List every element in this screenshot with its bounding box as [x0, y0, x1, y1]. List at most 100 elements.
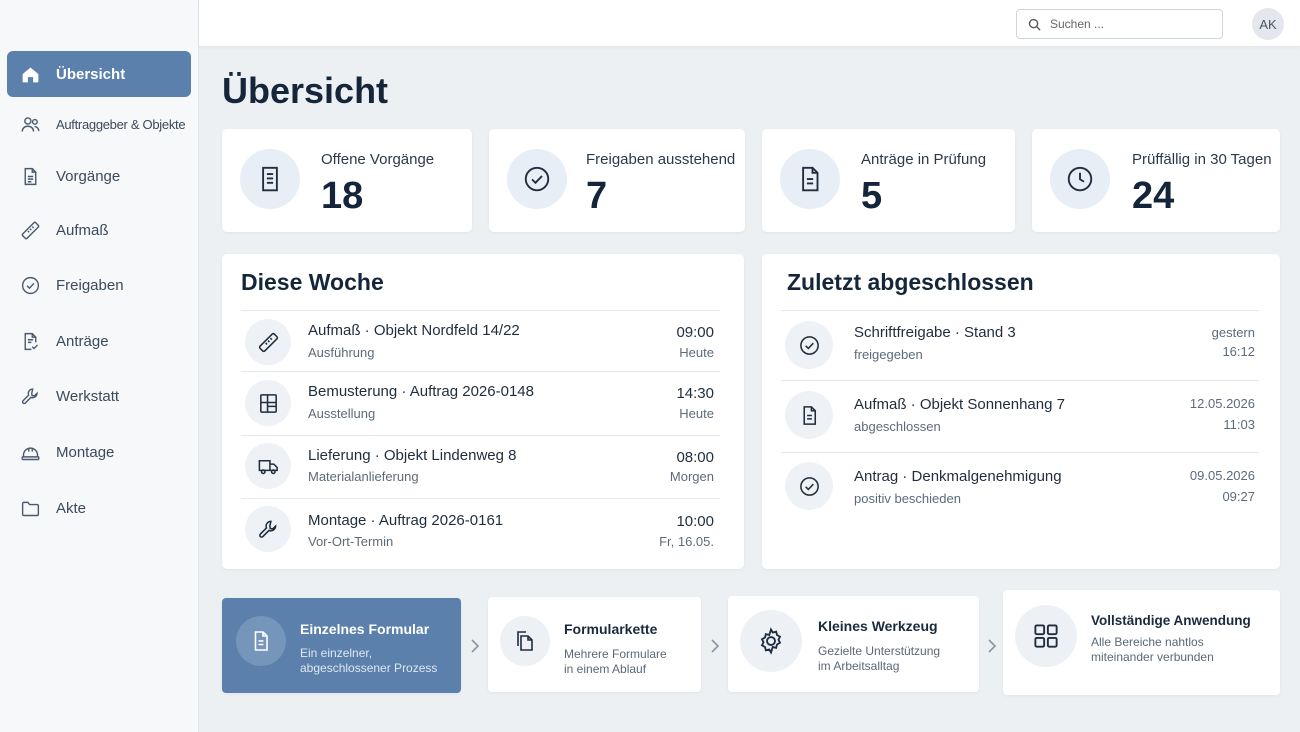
document-list-icon	[240, 149, 300, 209]
gear-icon	[740, 610, 802, 672]
row-subtitle: Vor-Ort-Termin	[308, 534, 394, 549]
search-box[interactable]	[1016, 9, 1223, 39]
list-item[interactable]: Lieferung · Objekt Lindenweg 8 Materiala…	[241, 435, 720, 498]
row-subtitle: Ausstellung	[308, 406, 376, 421]
stat-card-prueffaellig[interactable]: Prüffällig in 30 Tagen 24	[1032, 129, 1280, 232]
folder-icon	[19, 497, 41, 519]
row-time: 11:03	[1223, 417, 1255, 432]
feature-card-kleines-werkzeug[interactable]: Kleines Werkzeug Gezielte Unterstützung …	[728, 596, 979, 692]
chevron-right-icon	[471, 639, 480, 653]
list-item[interactable]: Schriftfreigabe · Stand 3 freigegeben ge…	[781, 310, 1259, 380]
row-day: Morgen	[669, 469, 714, 484]
stat-value: 24	[1132, 175, 1175, 217]
list-item[interactable]: Aufmaß · Objekt Sonnenhang 7 abgeschloss…	[781, 380, 1259, 452]
list-item[interactable]: Montage · Auftrag 2026-0161 Vor-Ort-Term…	[241, 498, 720, 560]
row-subtitle: Ausführung	[308, 345, 375, 360]
wrench-icon	[245, 506, 291, 552]
stat-card-antraege-pruefung[interactable]: Anträge in Prüfung 5	[762, 129, 1015, 232]
sidebar-item-label: Werkstatt	[56, 387, 120, 405]
search-input[interactable]	[1050, 17, 1210, 31]
feature-title: Formularkette	[564, 621, 658, 637]
stat-card-freigaben-ausstehend[interactable]: Freigaben ausstehend 7	[489, 129, 745, 232]
row-time: 14:30	[676, 385, 714, 402]
row-title: Lieferung · Objekt Lindenweg 8	[308, 447, 517, 464]
stat-value: 18	[321, 175, 364, 217]
chevron-right-icon	[988, 639, 997, 653]
stat-value: 7	[586, 175, 608, 217]
check-circle-icon	[785, 462, 833, 510]
sidebar-item-label: Freigaben	[56, 276, 124, 294]
row-title: Bemusterung · Auftrag 2026-0148	[308, 383, 534, 400]
row-subtitle: positiv beschieden	[854, 491, 961, 506]
document-check-icon	[19, 330, 41, 352]
row-title: Aufmaß · Objekt Sonnenhang 7	[854, 396, 1065, 413]
row-time: 16:12	[1222, 344, 1255, 359]
row-date: 09.05.2026	[1189, 468, 1255, 483]
list-item[interactable]: Bemusterung · Auftrag 2026-0148 Ausstell…	[241, 371, 720, 435]
ruler-icon	[19, 219, 41, 241]
document-icon	[785, 391, 833, 439]
row-day: Heute	[679, 406, 714, 421]
hardhat-icon	[19, 441, 41, 463]
check-circle-icon	[507, 149, 567, 209]
feature-title: Einzelnes Formular	[300, 621, 430, 637]
ruler-icon	[245, 319, 291, 365]
row-time: 08:00	[676, 449, 714, 466]
sidebar-item-akte[interactable]: Akte	[7, 485, 191, 531]
grid-icon	[1015, 605, 1077, 667]
feature-description: Ein einzelner, abgeschlossener Prozess	[300, 646, 438, 675]
sidebar-item-label: Aufmaß	[56, 221, 109, 239]
feature-title: Kleines Werkzeug	[818, 618, 938, 634]
sidebar-item-label: Montage	[56, 443, 115, 461]
row-subtitle: freigegeben	[854, 347, 923, 362]
sidebar-item-label: Übersicht	[56, 65, 126, 83]
row-date: 12.05.2026	[1189, 396, 1255, 411]
stat-label: Freigaben ausstehend	[586, 151, 736, 168]
stat-label: Offene Vorgänge	[321, 151, 435, 168]
sidebar: Übersicht Auftraggeber & Objekte Vorgäng…	[0, 0, 199, 732]
list-item[interactable]: Aufmaß · Objekt Nordfeld 14/22 Ausführun…	[241, 310, 720, 371]
sidebar-item-werkstatt[interactable]: Werkstatt	[7, 373, 191, 419]
chevron-right-icon	[711, 639, 720, 653]
check-circle-icon	[785, 321, 833, 369]
stat-card-offene-vorgaenge[interactable]: Offene Vorgänge 18	[222, 129, 472, 232]
row-title: Antrag · Denkmalgenehmigung	[854, 468, 1062, 485]
row-title: Montage · Auftrag 2026-0161	[308, 512, 504, 529]
list-item[interactable]: Antrag · Denkmalgenehmigung positiv besc…	[781, 452, 1259, 522]
row-day: Fr, 16.05.	[659, 534, 714, 549]
feature-title: Vollständige Anwendung	[1091, 613, 1251, 628]
users-icon	[19, 113, 41, 135]
row-time: 10:00	[676, 513, 714, 530]
row-time: 09:00	[676, 324, 714, 341]
sidebar-item-antraege[interactable]: Anträge	[7, 318, 191, 364]
row-time: 09:27	[1222, 489, 1255, 504]
row-title: Schriftfreigabe · Stand 3	[854, 324, 1016, 341]
sidebar-item-auftraggeber[interactable]: Auftraggeber & Objekte	[7, 101, 191, 147]
sidebar-item-freigaben[interactable]: Freigaben	[7, 262, 191, 308]
sidebar-item-montage[interactable]: Montage	[7, 429, 191, 475]
window-icon	[245, 380, 291, 426]
row-subtitle: Materialanlieferung	[308, 469, 419, 484]
panel-title: Zuletzt abgeschlossen	[787, 269, 1034, 295]
check-circle-icon	[19, 274, 41, 296]
recent-panel: Zuletzt abgeschlossen Schriftfreigabe · …	[762, 254, 1280, 569]
sidebar-item-label: Vorgänge	[56, 167, 121, 185]
row-day: Heute	[679, 345, 714, 360]
topbar: AK	[199, 0, 1300, 47]
sidebar-item-uebersicht[interactable]: Übersicht	[7, 51, 191, 97]
feature-card-vollstaendige-anwendung[interactable]: Vollständige Anwendung Alle Bereiche nah…	[1003, 590, 1280, 695]
row-subtitle: abgeschlossen	[854, 419, 941, 434]
panel-title: Diese Woche	[241, 269, 384, 295]
feature-card-einzelnes-formular[interactable]: Einzelnes Formular Ein einzelner, abgesc…	[222, 598, 461, 693]
sidebar-item-vorgaenge[interactable]: Vorgänge	[7, 153, 191, 199]
sidebar-item-aufmass[interactable]: Aufmaß	[7, 207, 191, 253]
row-date: gestern	[1211, 325, 1255, 340]
search-icon	[1028, 18, 1041, 31]
sidebar-item-label: Anträge	[56, 332, 109, 350]
sidebar-item-label: Akte	[56, 499, 87, 517]
document-list-icon	[19, 165, 41, 187]
feature-card-formularkette[interactable]: Formularkette Mehrere Formulare in einem…	[488, 597, 701, 692]
avatar[interactable]: AK	[1252, 8, 1284, 40]
stat-value: 5	[861, 175, 883, 217]
page-title: Übersicht	[222, 70, 389, 111]
